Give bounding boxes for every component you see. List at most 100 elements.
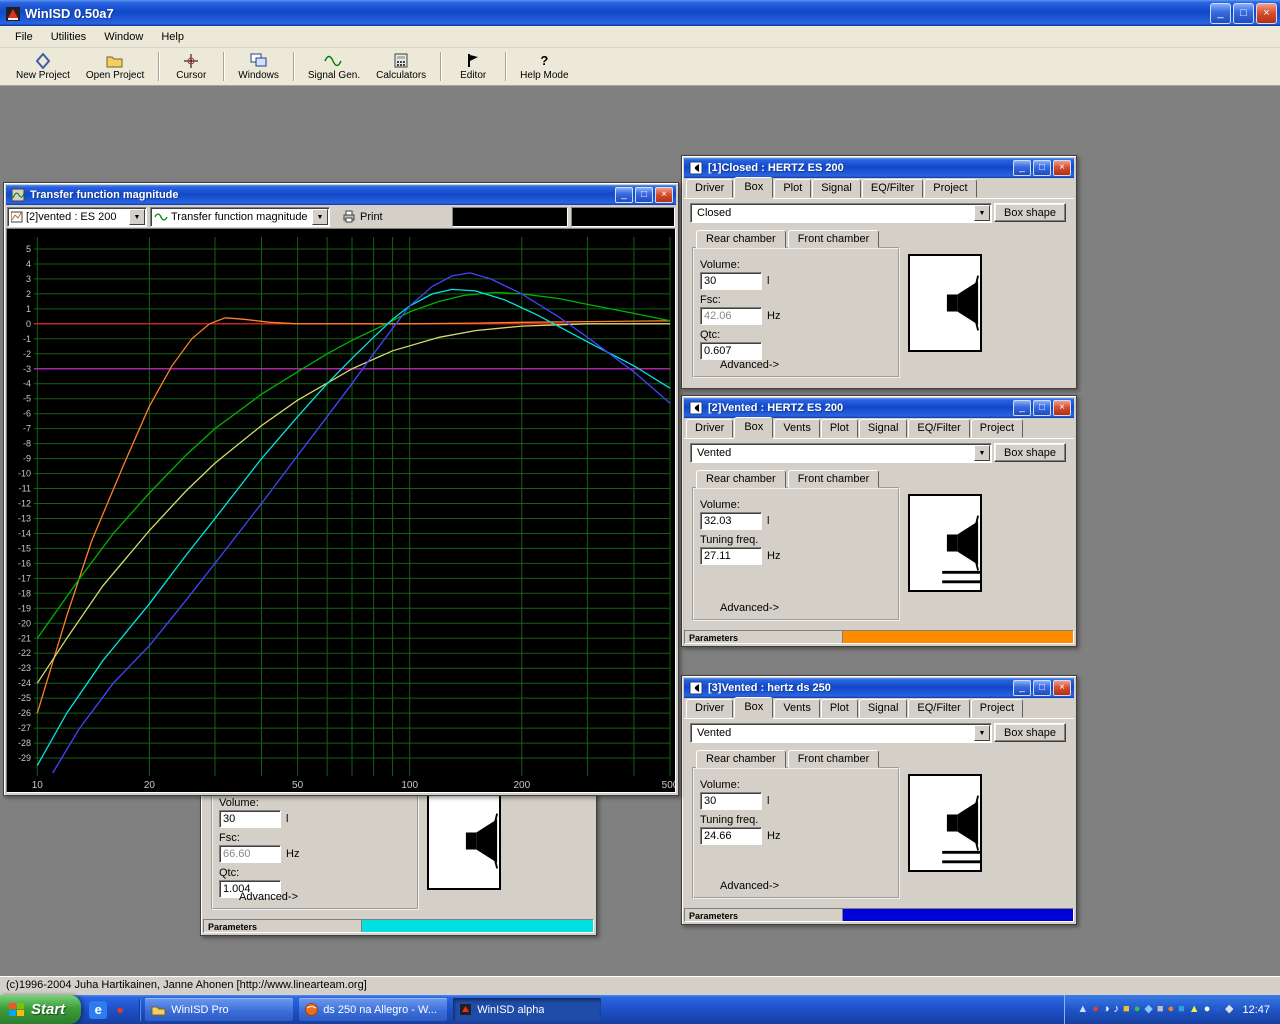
tray-icon-13[interactable]: ■ [1214, 1004, 1221, 1015]
tab-eq-filter[interactable]: EQ/Filter [908, 699, 969, 718]
cursor-button[interactable]: Cursor [165, 48, 217, 85]
tray-icon-2[interactable]: ● [1092, 1004, 1099, 1015]
w3-close-button[interactable]: × [1053, 680, 1071, 696]
task-ds250-na-allegro[interactable]: ds 250 na Allegro - W... [299, 998, 447, 1021]
tab-driver[interactable]: Driver [686, 419, 733, 438]
tray-icon-5[interactable]: ■ [1123, 1004, 1130, 1015]
task-winisd-pro[interactable]: WinISD Pro [145, 998, 293, 1021]
tab-eq-filter[interactable]: EQ/Filter [908, 419, 969, 438]
tab-box[interactable]: Box [734, 417, 773, 438]
tab-project[interactable]: Project [971, 699, 1023, 718]
tab-driver[interactable]: Driver [686, 179, 733, 198]
transfer-close-button[interactable]: × [655, 187, 673, 203]
tab-plot[interactable]: Plot [774, 179, 811, 198]
tray-icon-14[interactable]: ◆ [1225, 1004, 1233, 1015]
w3-tuning-freq-input[interactable] [700, 827, 762, 845]
w2-box-shape-button[interactable]: Box shape [994, 443, 1066, 462]
w1-minimize-button[interactable]: _ [1013, 160, 1031, 176]
close-button[interactable]: × [1256, 3, 1277, 24]
menu-window[interactable]: Window [95, 28, 152, 46]
tab-front-chamber[interactable]: Front chamber [788, 230, 880, 248]
w1-titlebar: [1]Closed : HERTZ ES 200 _ □ × [684, 158, 1074, 178]
tab-plot[interactable]: Plot [821, 699, 858, 718]
tab-driver[interactable]: Driver [686, 699, 733, 718]
print-button[interactable]: Print [333, 207, 392, 227]
tray-icon-7[interactable]: ◆ [1144, 1004, 1152, 1015]
calculators-button[interactable]: Calculators [368, 48, 434, 85]
w2-box-type-select[interactable]: Vented ▼ [690, 443, 992, 463]
tuning-freq-label: Tuning freq. [700, 814, 796, 826]
tab-rear-chamber[interactable]: Rear chamber [696, 470, 786, 488]
menu-help[interactable]: Help [152, 28, 193, 46]
w3-box-drawing [908, 774, 982, 872]
w1-box-drawing [908, 254, 982, 352]
w1-box-shape-button[interactable]: Box shape [994, 203, 1066, 222]
w4-advanced-link[interactable]: Advanced-> [239, 891, 298, 903]
tab-front-chamber[interactable]: Front chamber [788, 750, 880, 768]
tray-icon-10[interactable]: ■ [1178, 1004, 1185, 1015]
tray-icon-1[interactable]: ▲ [1077, 1004, 1088, 1015]
w4-volume-input[interactable] [219, 810, 281, 828]
view-selector[interactable]: Transfer function magnitude ▼ [150, 207, 330, 227]
menu-utilities[interactable]: Utilities [42, 28, 95, 46]
tab-signal[interactable]: Signal [812, 179, 861, 198]
windows-button[interactable]: Windows [230, 48, 287, 85]
transfer-plot[interactable]: 543210-1-2-3-4-5-6-7-8-9-10-11-12-13-14-… [6, 228, 676, 793]
tray-icon-8[interactable]: ■ [1157, 1004, 1164, 1015]
tab-signal[interactable]: Signal [859, 419, 908, 438]
tab-plot[interactable]: Plot [821, 419, 858, 438]
w2-maximize-button[interactable]: □ [1033, 400, 1051, 416]
w3-maximize-button[interactable]: □ [1033, 680, 1051, 696]
tab-project[interactable]: Project [971, 419, 1023, 438]
transfer-maximize-button[interactable]: □ [635, 187, 653, 203]
minimize-button[interactable]: _ [1210, 3, 1231, 24]
tab-eq-filter[interactable]: EQ/Filter [862, 179, 923, 198]
svg-text:-23: -23 [18, 663, 31, 673]
w2-minimize-button[interactable]: _ [1013, 400, 1031, 416]
w2-close-button[interactable]: × [1053, 400, 1071, 416]
tray-icon-4[interactable]: ♪ [1114, 1004, 1120, 1015]
tray-icon-11[interactable]: ▲ [1189, 1004, 1200, 1015]
w1-maximize-button[interactable]: □ [1033, 160, 1051, 176]
w1-volume-input[interactable] [700, 272, 762, 290]
tab-box[interactable]: Box [734, 697, 773, 718]
browser-icon[interactable]: e [89, 1001, 107, 1019]
tab-rear-chamber[interactable]: Rear chamber [696, 230, 786, 248]
mail-icon[interactable]: ● [111, 1001, 129, 1019]
w1-close-button[interactable]: × [1053, 160, 1071, 176]
menu-file[interactable]: File [6, 28, 42, 46]
w1-box-type-select[interactable]: Closed ▼ [690, 203, 992, 223]
w3-advanced-link[interactable]: Advanced-> [720, 880, 779, 892]
w3-box-type-select[interactable]: Vented ▼ [690, 723, 992, 743]
tab-vents[interactable]: Vents [774, 699, 820, 718]
open-project-button[interactable]: Open Project [78, 48, 152, 85]
tab-front-chamber[interactable]: Front chamber [788, 470, 880, 488]
tab-project[interactable]: Project [924, 179, 976, 198]
w3-minimize-button[interactable]: _ [1013, 680, 1031, 696]
w2-tuning-freq-input[interactable] [700, 547, 762, 565]
chevron-down-icon: ▼ [312, 209, 328, 225]
tray-icon-6[interactable]: ● [1134, 1004, 1141, 1015]
signal-gen-button[interactable]: Signal Gen. [300, 48, 368, 85]
w3-box-shape-button[interactable]: Box shape [994, 723, 1066, 742]
w1-qtc-input[interactable] [700, 342, 762, 360]
transfer-minimize-button[interactable]: _ [615, 187, 633, 203]
help-mode-button[interactable]: ? Help Mode [512, 48, 576, 85]
tab-rear-chamber[interactable]: Rear chamber [696, 750, 786, 768]
tray-icon-9[interactable]: ● [1167, 1004, 1174, 1015]
start-button[interactable]: Start [0, 995, 81, 1024]
new-project-button[interactable]: New Project [8, 48, 78, 85]
tab-signal[interactable]: Signal [859, 699, 908, 718]
w2-volume-input[interactable] [700, 512, 762, 530]
tray-icon-12[interactable]: ● [1204, 1004, 1211, 1015]
tab-vents[interactable]: Vents [774, 419, 820, 438]
w2-advanced-link[interactable]: Advanced-> [720, 602, 779, 614]
project-selector[interactable]: [2]vented : ES 200 ▼ [7, 207, 147, 227]
w1-advanced-link[interactable]: Advanced-> [720, 359, 779, 371]
w3-volume-input[interactable] [700, 792, 762, 810]
maximize-button[interactable]: □ [1233, 3, 1254, 24]
tray-icon-3[interactable]: ◑ [1103, 1004, 1110, 1015]
tab-box[interactable]: Box [734, 177, 773, 198]
task-winisd-alpha[interactable]: WinISD alpha [453, 998, 601, 1021]
editor-button[interactable]: Editor [447, 48, 499, 85]
